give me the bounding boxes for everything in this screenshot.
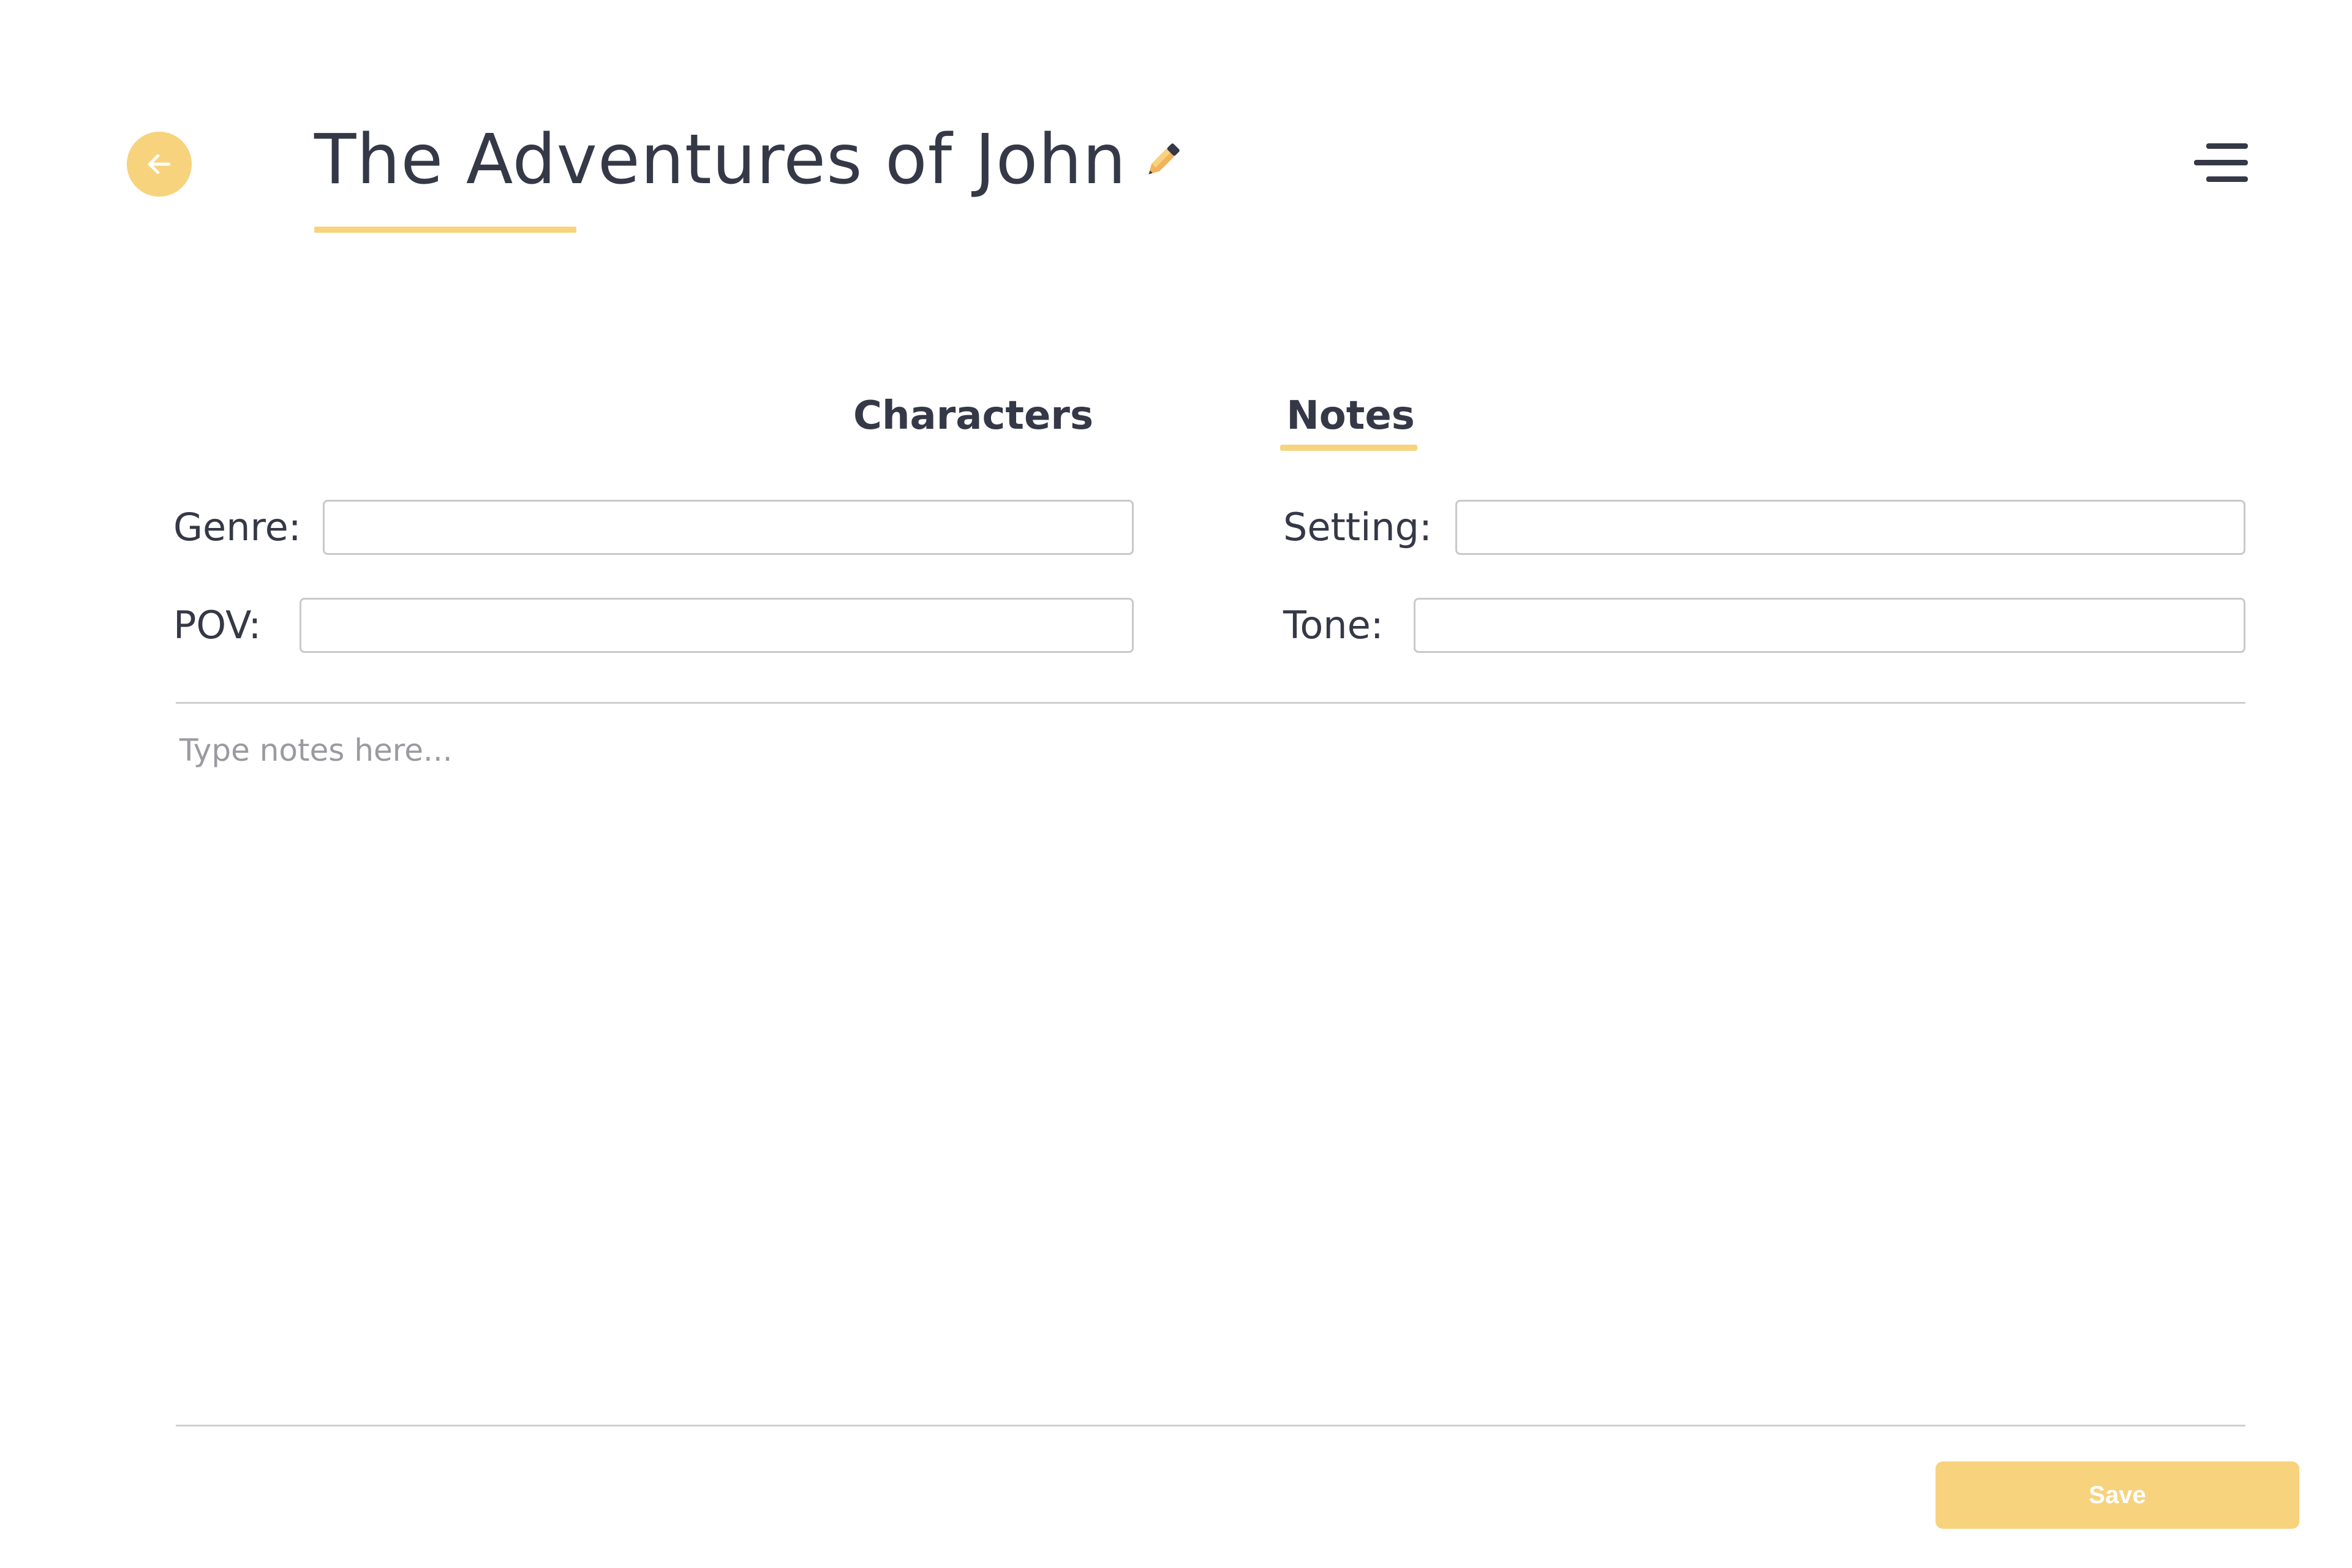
tone-label: Tone:	[1283, 603, 1384, 647]
pencil-icon	[1148, 143, 1180, 175]
notes-top-divider	[176, 702, 2245, 704]
setting-input[interactable]	[1455, 500, 2245, 555]
back-button[interactable]	[127, 132, 192, 197]
menu-icon-line	[2206, 176, 2248, 182]
save-button[interactable]: Save	[1936, 1461, 2299, 1529]
notes-bottom-divider	[176, 1425, 2245, 1427]
tab-characters[interactable]: Characters	[853, 388, 1093, 443]
setting-label: Setting:	[1283, 505, 1432, 549]
tab-notes[interactable]: Notes	[1280, 388, 1421, 443]
menu-icon-line	[2194, 160, 2248, 165]
active-tab-indicator	[1280, 445, 1417, 451]
edit-title-button[interactable]	[1138, 136, 1187, 185]
notes-textarea[interactable]	[176, 723, 2245, 1409]
genre-input[interactable]	[323, 500, 1134, 555]
pov-input[interactable]	[300, 598, 1134, 653]
page-title: The Adventures of John	[314, 120, 1127, 200]
title-underline	[314, 227, 576, 233]
genre-label: Genre:	[173, 505, 301, 549]
tone-input[interactable]	[1414, 598, 2245, 653]
pov-label: POV:	[173, 603, 262, 647]
menu-icon-line	[2206, 143, 2248, 149]
menu-button[interactable]	[2187, 140, 2248, 189]
arrow-left-icon	[148, 154, 171, 174]
